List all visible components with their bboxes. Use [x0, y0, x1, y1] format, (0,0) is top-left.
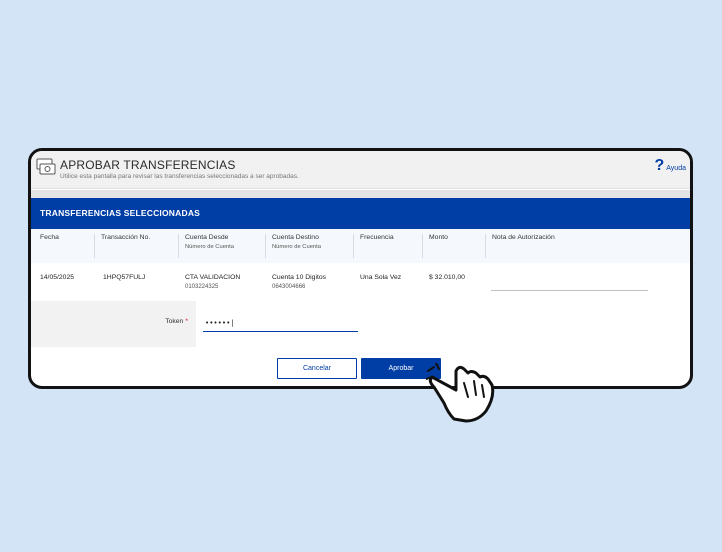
cancel-button[interactable]: Cancelar [277, 358, 357, 379]
header-divider [31, 190, 690, 198]
section-title: TRANSFERENCIAS SELECCIONADAS [31, 198, 690, 229]
column-header-cuenta-destino: Cuenta Destino Número de Cuenta [265, 234, 321, 258]
money-transfer-icon [36, 158, 56, 175]
column-header-nota: Nota de Autorización [485, 234, 555, 258]
hand-pointer-icon [426, 363, 495, 423]
token-input[interactable] [203, 315, 358, 332]
column-header-frecuencia: Frecuencia [353, 234, 394, 258]
question-mark-icon: ? [654, 157, 665, 174]
page-title: APROBAR TRANSFERENCIAS [60, 158, 236, 172]
token-label-cell: Token * [31, 301, 196, 347]
page-header: APROBAR TRANSFERENCIAS Utilice esta pant… [31, 151, 690, 189]
cell-cuenta-destino: Cuenta 10 Digitos 0643004666 [272, 274, 327, 290]
table-row: 14/05/2025 1HPQ57FULJ CTA VALIDACION 010… [31, 263, 690, 301]
help-label: Ayuda [666, 164, 686, 172]
column-header-monto: Monto [422, 234, 448, 258]
column-header-transaccion: Transacción No. [94, 234, 150, 258]
nota-autorizacion-input[interactable] [491, 290, 648, 291]
approval-window: APROBAR TRANSFERENCIAS Utilice esta pant… [28, 148, 693, 389]
help-link[interactable]: ? Ayuda [654, 158, 686, 174]
table-header: Fecha Transacción No. Cuenta Desde Númer… [31, 229, 690, 263]
cell-fecha: 14/05/2025 [40, 274, 75, 281]
cell-cuenta-desde: CTA VALIDACION 0103224325 [185, 274, 241, 290]
column-header-cuenta-desde: Cuenta Desde Número de Cuenta [178, 234, 234, 258]
cell-transaccion: 1HPQ57FULJ [103, 274, 146, 281]
page-subtitle: Utilice esta pantalla para revisar las t… [60, 173, 299, 180]
token-label: Token * [165, 318, 188, 325]
column-header-fecha: Fecha [40, 234, 59, 241]
cell-frecuencia: Una Sola Vez [360, 274, 402, 281]
cell-monto: $ 32.010,00 [429, 274, 465, 281]
required-mark: * [185, 318, 188, 325]
